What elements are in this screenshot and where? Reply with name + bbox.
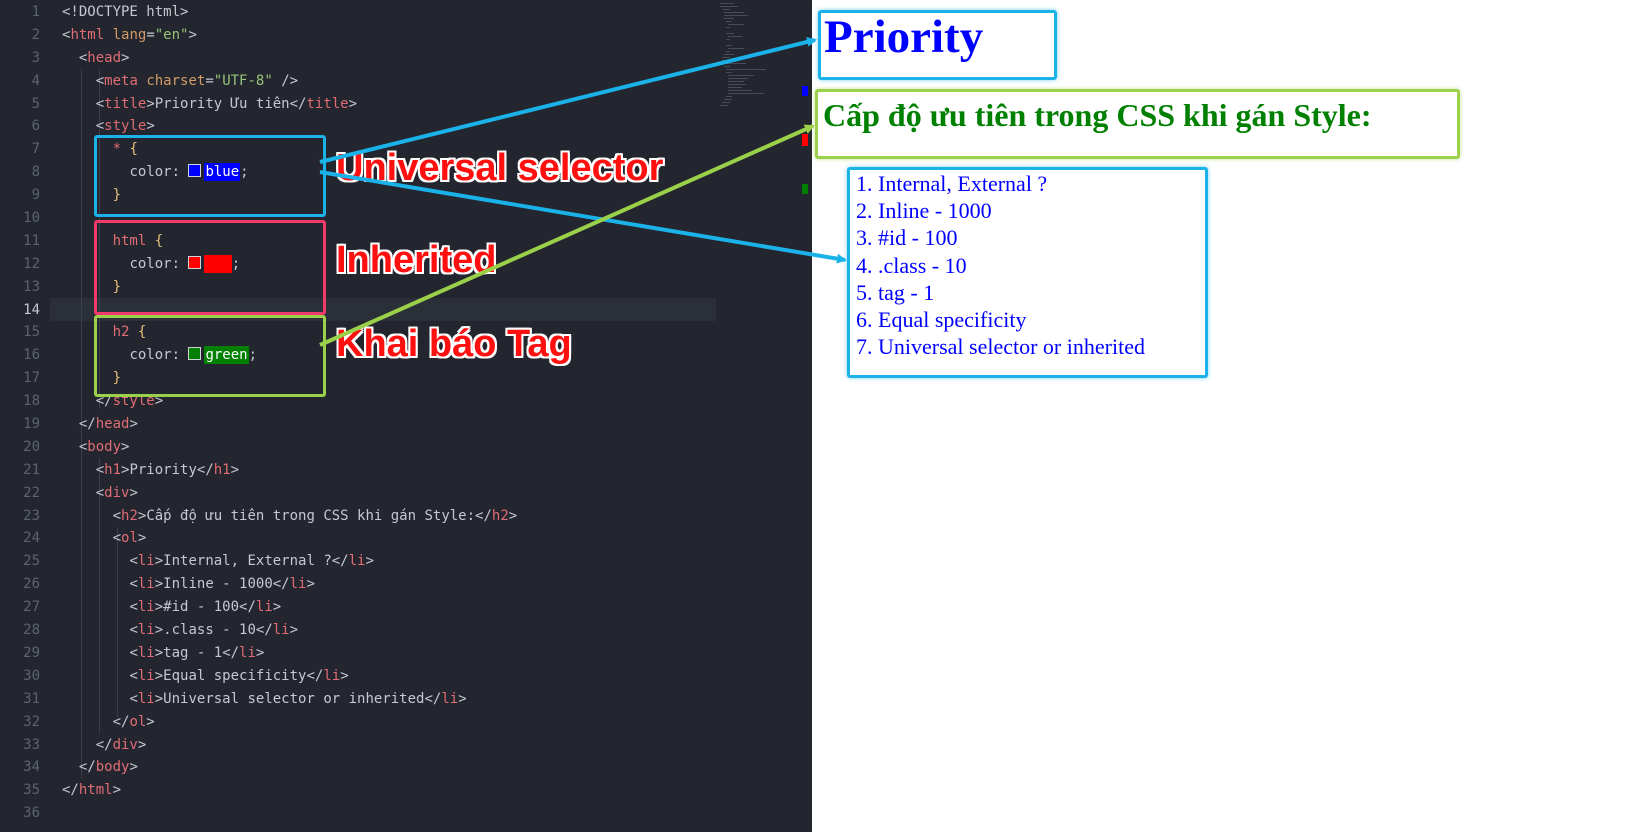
arrow-to-h1 [319, 37, 817, 164]
annotation-arrows [319, 37, 847, 347]
arrow-to-list [319, 170, 847, 264]
arrow-to-h2 [319, 124, 815, 347]
